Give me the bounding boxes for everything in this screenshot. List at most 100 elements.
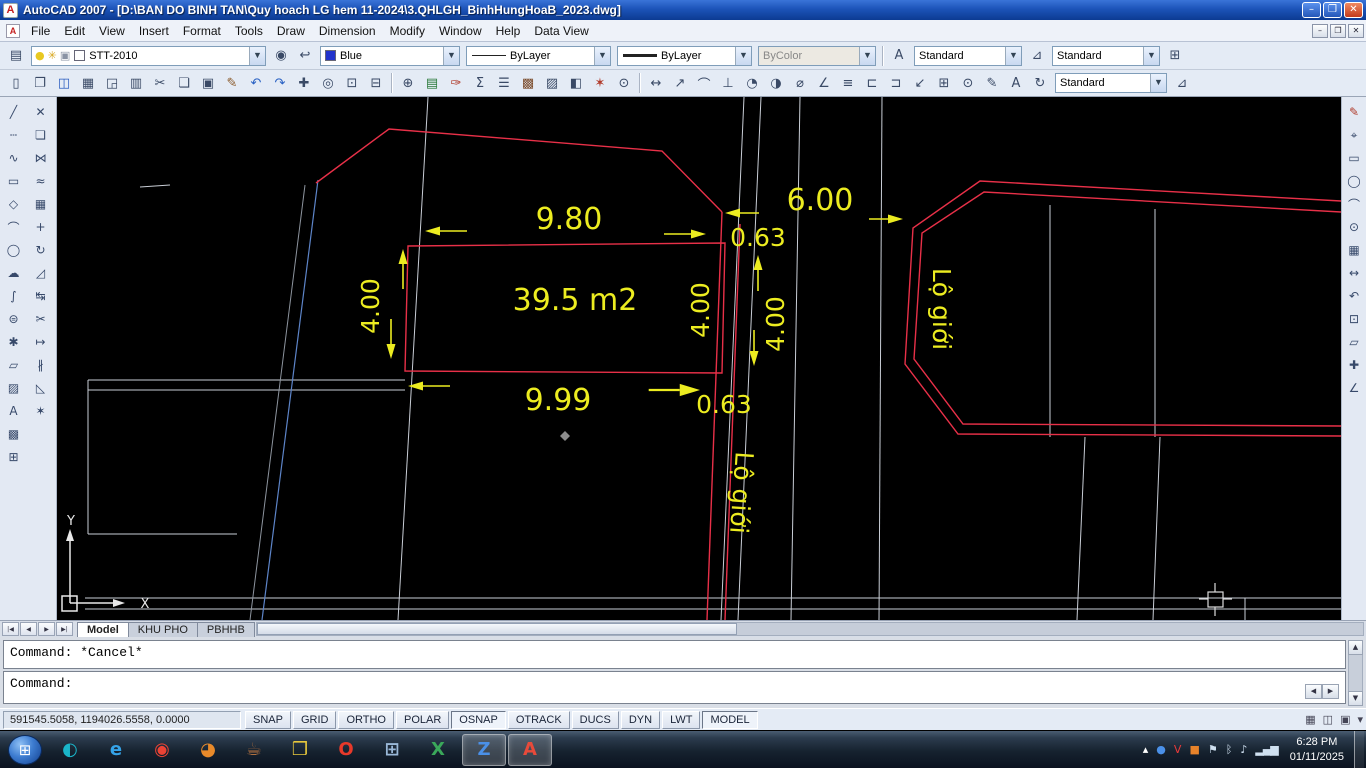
menu-insert[interactable]: Insert [132,21,176,41]
menu-file[interactable]: File [24,21,57,41]
color-combo-arrow-icon[interactable]: ▼ [443,47,459,65]
right-tool-undo-icon[interactable]: ↶ [1343,285,1366,307]
undo-icon[interactable]: ↶ [244,72,268,94]
taskbar-calculator-icon[interactable]: ⊞ [370,734,414,766]
menu-format[interactable]: Format [176,21,228,41]
snap-toggle[interactable]: SNAP [245,711,291,729]
draw-circle-icon[interactable]: ◯ [2,239,25,261]
tray-bluetooth-icon[interactable]: ᛒ [1226,743,1232,756]
child-close-button[interactable]: ✕ [1348,24,1364,38]
grid-toggle[interactable]: GRID [293,711,337,729]
dim-radius-icon[interactable]: ◔ [740,72,764,94]
dim-style-combo-arrow-icon[interactable]: ▼ [1143,47,1159,65]
coordinates-readout[interactable]: 591545.5058, 1194026.5558, 0.0000 [3,711,241,729]
horizontal-scrollbar[interactable] [256,622,1364,636]
save-icon[interactable]: ◫ [52,72,76,94]
modify-trim-icon[interactable]: ✂ [29,308,52,330]
menu-data-view[interactable]: Data View [527,21,595,41]
dim-update-icon[interactable]: ↻ [1028,72,1052,94]
modify-erase-icon[interactable]: ✕ [29,101,52,123]
zoom-window-icon[interactable]: ⊡ [340,72,364,94]
taskbar-coffee-app-icon[interactable]: ☕ [232,734,276,766]
osnap-toggle[interactable]: OSNAP [451,711,506,729]
dbconnect-icon[interactable]: ◧ [564,72,588,94]
quickcalc-icon[interactable]: Σ [468,72,492,94]
command-scroll-left-icon[interactable]: ◀ [1305,684,1322,699]
render-icon[interactable]: ✶ [588,72,612,94]
taskbar-chrome-icon[interactable]: ◉ [140,734,184,766]
taskbar-explorer-icon[interactable]: ❒ [278,734,322,766]
tray-orange-icon[interactable]: ■ [1189,743,1198,756]
draw-spline-icon[interactable]: ∫ [2,285,25,307]
draw-line-icon[interactable]: ╱ [2,101,25,123]
close-button[interactable]: ✕ [1344,2,1363,18]
tool-palettes-icon[interactable]: ▨ [540,72,564,94]
lwt-toggle[interactable]: LWT [662,711,700,729]
dim-linear-icon[interactable]: ↔ [644,72,668,94]
menu-modify[interactable]: Modify [383,21,432,41]
layer-combo[interactable]: ●✳▣ STT-2010 ▼ [31,46,266,66]
menu-help[interactable]: Help [489,21,528,41]
modify-scale-icon[interactable]: ◿ [29,262,52,284]
sheet-set-manager-icon[interactable]: ▤ [420,72,444,94]
draw-revcloud-icon[interactable]: ☁ [2,262,25,284]
draw-ellipse-icon[interactable]: ⊜ [2,308,25,330]
minimize-button[interactable]: – [1302,2,1321,18]
text-style-icon[interactable]: A [887,45,911,67]
layer-combo-arrow-icon[interactable]: ▼ [249,47,265,65]
dim-style-toolbar-combo[interactable]: Standard ▼ [1055,73,1167,93]
draw-arc-icon[interactable]: ⌒ [2,216,25,238]
dyn-toggle[interactable]: DYN [621,711,660,729]
status-lock-icon[interactable]: ▣ [1340,713,1350,726]
otrack-toggle[interactable]: OTRACK [508,711,570,729]
dim-edit-icon[interactable]: ✎ [980,72,1004,94]
dim-angular-icon[interactable]: ∠ [812,72,836,94]
color-combo[interactable]: Blue ▼ [320,46,460,66]
dim-style-dialog-icon[interactable]: ⊿ [1170,72,1194,94]
right-tool-target-icon[interactable]: ⌖ [1343,124,1366,146]
tray-v-icon[interactable]: V [1174,743,1181,756]
taskbar-clock[interactable]: 6:28 PM 01/11/2025 [1290,735,1344,765]
linetype-combo[interactable]: ByLayer ▼ [466,46,611,66]
text-style-combo-arrow-icon[interactable]: ▼ [1005,47,1021,65]
drawing-area[interactable]: 9.80 6.00 0.63 4.00 39.5 m2 4.00 4.00 9.… [57,97,1341,620]
menu-dimension[interactable]: Dimension [312,21,383,41]
taskbar-firefox-icon[interactable]: ◕ [186,734,230,766]
taskbar-opera-icon[interactable]: O [324,734,368,766]
table-icon[interactable]: ⊞ [2,446,25,468]
draw-point-icon[interactable]: ✱ [2,331,25,353]
show-desktop-button[interactable] [1354,731,1364,768]
dim-continue-icon[interactable]: ⊐ [884,72,908,94]
table-style-icon[interactable]: ⊞ [1163,45,1187,67]
tray-expand-icon[interactable]: ▴ [1143,743,1148,756]
orbit-icon[interactable]: ⊙ [612,72,636,94]
publish-icon[interactable]: ▥ [124,72,148,94]
right-tool-dim-icon[interactable]: ↔ [1343,262,1366,284]
dim-diameter-icon[interactable]: ⌀ [788,72,812,94]
tolerance-icon[interactable]: ⊞ [932,72,956,94]
taskbar-ie-icon[interactable]: e [94,734,138,766]
modify-offset-icon[interactable]: ≈ [29,170,52,192]
horizontal-scrollbar-thumb[interactable] [257,623,737,635]
ortho-toggle[interactable]: ORTHO [338,711,394,729]
tray-network-icon[interactable]: ▂▄▆ [1255,743,1277,756]
paste-icon[interactable]: ▣ [196,72,220,94]
menu-tools[interactable]: Tools [228,21,270,41]
child-minimize-button[interactable]: – [1312,24,1328,38]
taskbar-remote-app-icon[interactable]: ◐ [48,734,92,766]
zoom-previous-icon[interactable]: ⊟ [364,72,388,94]
dim-jogged-icon[interactable]: ◑ [764,72,788,94]
tab-model[interactable]: Model [77,622,129,637]
qnew-icon[interactable]: ▯ [4,72,28,94]
plot-preview-icon[interactable]: ◲ [100,72,124,94]
taskbar-zalo-icon[interactable]: Z [462,734,506,766]
modify-fillet-icon[interactable]: ✶ [29,400,52,422]
tray-zalo-icon[interactable]: ● [1156,743,1165,756]
designcenter-icon[interactable]: ▩ [516,72,540,94]
dim-arc-length-icon[interactable]: ⌒ [692,72,716,94]
command-input[interactable]: Command: ◀ ▶ [3,671,1346,704]
start-button[interactable]: ⊞ [8,735,42,765]
modify-copy-icon[interactable]: ❏ [29,124,52,146]
match-properties-icon[interactable]: ✎ [220,72,244,94]
command-scroll-right-icon[interactable]: ▶ [1322,684,1339,699]
